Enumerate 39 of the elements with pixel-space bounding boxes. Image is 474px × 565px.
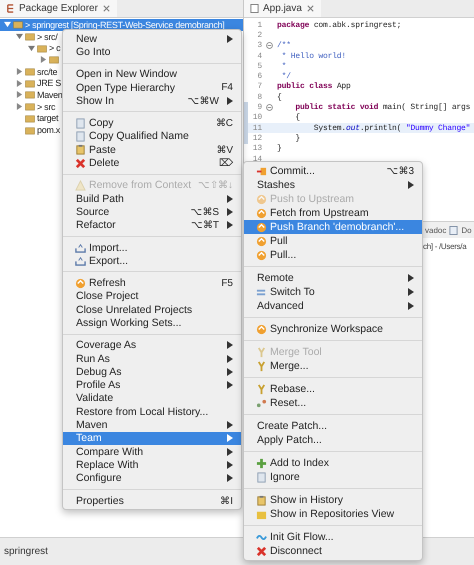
line-number: 11 — [252, 124, 262, 133]
line-number: 12 — [252, 134, 262, 143]
line-number: 10 — [252, 113, 262, 122]
shortcut-label: F4 — [221, 82, 233, 94]
code-line: package com.abk.springrest; — [277, 20, 402, 30]
shortcut-label: ⌥⇧⌘↓ — [198, 179, 233, 192]
shortcut-label: ⌘C — [216, 117, 233, 130]
code-line: * Hello world! — [280, 52, 346, 61]
line-number: 6 — [256, 72, 262, 82]
line-number: 2 — [256, 30, 262, 40]
code-line: { — [277, 92, 282, 102]
code-line: /** — [277, 41, 291, 50]
line-number: 3 — [256, 41, 262, 50]
code-line: */ — [280, 72, 291, 82]
shortcut-label: ⌥⌘W — [188, 94, 219, 107]
line-number: 14 — [252, 154, 262, 164]
code-line: } — [277, 144, 282, 154]
line-number: 7 — [256, 82, 262, 92]
shortcut-label: ⌥⌘S — [190, 206, 219, 218]
status-text: springrest — [4, 546, 48, 558]
line-number: 1 — [256, 20, 262, 30]
code-line: System.out.println( "Dummy Change" — [312, 124, 470, 133]
shortcut-label: ⌘V — [216, 144, 233, 156]
code-line: } — [294, 134, 300, 143]
shortcut-label: ⌥⌘T — [190, 219, 219, 232]
shortcut-label: ⌥⌘3 — [386, 165, 414, 177]
code-line: public class App — [277, 82, 351, 92]
project-path: ch] - /Users/a — [423, 242, 466, 251]
line-number: 4 — [256, 52, 262, 61]
shortcut-label: ⌦ — [219, 157, 233, 170]
line-number: 5 — [256, 62, 262, 71]
code-line: { — [294, 113, 300, 122]
line-number: 13 — [252, 144, 262, 154]
shortcut-label: F5 — [221, 278, 233, 289]
line-number: 8 — [256, 92, 262, 102]
code-line: * — [280, 62, 286, 71]
code-line: public static void main( String[] args — [294, 103, 470, 112]
shortcut-label: ⌘I — [220, 494, 233, 507]
line-number: 9 — [256, 103, 262, 112]
